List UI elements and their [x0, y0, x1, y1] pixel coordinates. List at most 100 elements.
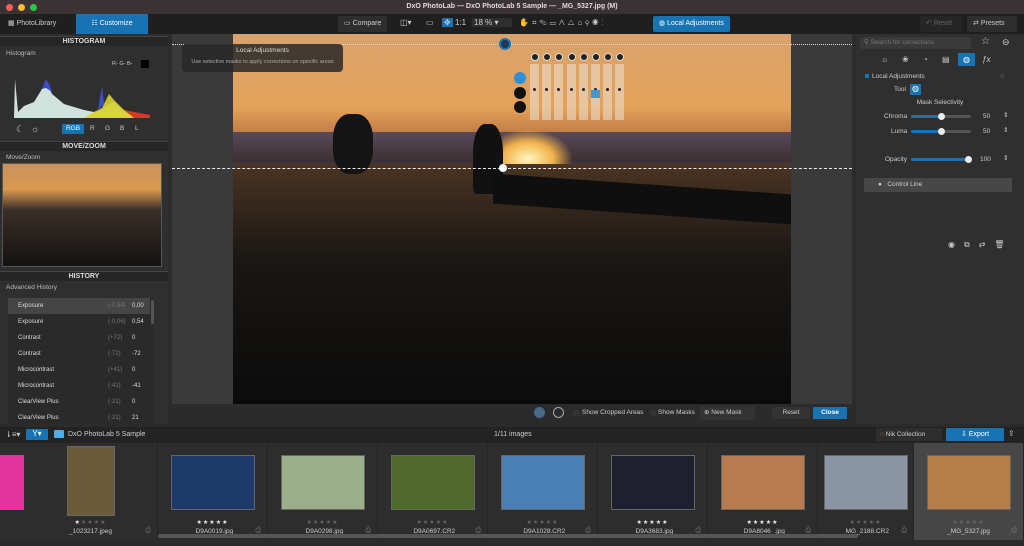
- slider-knob[interactable]: [938, 113, 945, 120]
- thumbnail-image[interactable]: [391, 455, 475, 510]
- history-item[interactable]: Microcontrast (-41) -41: [8, 378, 150, 394]
- customize-tab[interactable]: ☷ Customize: [76, 14, 148, 34]
- history-section[interactable]: Advanced History: [6, 284, 57, 291]
- history-header[interactable]: HISTORY: [0, 271, 168, 281]
- range-icon[interactable]: [579, 53, 588, 61]
- history-item[interactable]: ClearView Plus (-21) 0: [8, 394, 150, 410]
- color-tab-icon[interactable]: ❀: [902, 53, 909, 66]
- local-adjustments-button[interactable]: ◍ Local Adjustments: [653, 16, 730, 32]
- equalizer-sliders[interactable]: [530, 53, 628, 123]
- rating-stars[interactable]: ★★★★★: [158, 519, 267, 526]
- rating-stars[interactable]: ★★★★★: [24, 519, 157, 526]
- thumbnail-image[interactable]: [611, 455, 695, 510]
- thumbnail-image[interactable]: [501, 455, 585, 510]
- opacity-value[interactable]: 100: [980, 156, 991, 163]
- history-item[interactable]: Microcontrast (+41) 0: [8, 362, 150, 378]
- compare-button[interactable]: ▭ Compare: [338, 16, 388, 32]
- detail-tab-icon[interactable]: ◔: [923, 53, 928, 66]
- search-input[interactable]: ⚲ Search for corrections: [860, 37, 971, 49]
- show-masks-checkbox[interactable]: [650, 410, 656, 416]
- thumbnail-image[interactable]: [281, 455, 365, 510]
- history-item[interactable]: Contrast (+72) 0: [8, 330, 150, 346]
- thumbnail-partial[interactable]: [0, 455, 24, 510]
- equalizer-bar[interactable]: [603, 64, 613, 120]
- control-line-handle[interactable]: [499, 164, 507, 172]
- new-mask-button[interactable]: ⊕ New Mask: [700, 406, 755, 420]
- mask-reset-button[interactable]: Reset: [772, 407, 810, 419]
- moon-icon[interactable]: ☾: [16, 124, 24, 135]
- range-icon[interactable]: [616, 53, 625, 61]
- history-item[interactable]: Exposure (-0,06) 0,54: [8, 314, 150, 330]
- thumbnail-image[interactable]: [721, 455, 805, 510]
- mask-icon[interactable]: [514, 101, 526, 113]
- range-icon[interactable]: [604, 53, 613, 61]
- stepper-icon[interactable]: ⇕: [1003, 154, 1008, 162]
- opacity-slider[interactable]: [911, 156, 972, 163]
- zoom-select[interactable]: 18 % ▾: [472, 18, 512, 27]
- show-cropped-checkbox[interactable]: [573, 410, 579, 416]
- favorite-icon[interactable]: ☆: [999, 72, 1005, 80]
- rating-stars[interactable]: ★★★★★: [708, 519, 817, 526]
- equalizer-bar[interactable]: [542, 64, 552, 120]
- range-icon[interactable]: [592, 53, 600, 61]
- equalizer-bar[interactable]: [554, 64, 564, 120]
- thumbnail[interactable]: ★★★★★ _MG_5327.jpg ⎙: [914, 443, 1024, 540]
- layout-icon[interactable]: ◫▾: [400, 18, 412, 27]
- close-window-button[interactable]: [6, 4, 13, 11]
- rating-stars[interactable]: ★★★★★: [378, 519, 487, 526]
- history-item[interactable]: Contrast (-72) -72: [8, 346, 150, 362]
- rating-stars[interactable]: ★★★★★: [488, 519, 597, 526]
- control-point-icon[interactable]: [499, 38, 511, 50]
- slider-knob[interactable]: [938, 128, 945, 135]
- close-button[interactable]: Close: [813, 407, 847, 419]
- nik-collection-button[interactable]: ◌ Nik Collection: [876, 428, 942, 441]
- channel-b[interactable]: B: [120, 124, 124, 134]
- thumbnail[interactable]: ★★★★★ _D9A8046_.jpg ⎙: [708, 443, 818, 540]
- filter-icon[interactable]: Y▾: [26, 429, 48, 440]
- range-icon[interactable]: [531, 53, 539, 61]
- sun-icon[interactable]: ☼: [31, 124, 39, 134]
- channel-rgb[interactable]: RGB: [62, 124, 84, 134]
- presets-button[interactable]: ⇄ Presets: [967, 16, 1017, 32]
- color-picker-icon[interactable]: [514, 72, 526, 84]
- control-line-guide[interactable]: [172, 168, 852, 169]
- channel-r[interactable]: R: [90, 124, 95, 134]
- luma-value[interactable]: 50: [983, 128, 990, 135]
- image-viewer[interactable]: Local Adjustments Use selective masks to…: [172, 34, 852, 404]
- stepper-icon[interactable]: ⇕: [1003, 126, 1008, 134]
- maximize-window-button[interactable]: [30, 4, 37, 11]
- equalizer-bar[interactable]: [591, 64, 600, 120]
- slider-knob[interactable]: [965, 156, 972, 163]
- light-tab-icon[interactable]: ☼: [881, 53, 888, 66]
- eye-icon[interactable]: ◉: [948, 240, 964, 249]
- mask-list-item[interactable]: ● Control Line: [864, 178, 1012, 192]
- reset-button[interactable]: ↶ Reset: [920, 16, 962, 32]
- range-icon[interactable]: [543, 53, 552, 61]
- equalizer-bar[interactable]: [530, 64, 539, 120]
- local-tab-icon[interactable]: ◍: [958, 53, 975, 66]
- thumbnail[interactable]: ★★★★★ _D9A1028.CR2 ⎙: [488, 443, 598, 540]
- minimize-window-button[interactable]: [18, 4, 25, 11]
- range-icon[interactable]: [567, 53, 576, 61]
- thumbnail[interactable]: ★★★★★ _1023217.jpeg ⎙: [24, 443, 158, 540]
- equalizer-bar[interactable]: [615, 64, 625, 120]
- local-adjustments-section[interactable]: Local Adjustments: [872, 73, 925, 80]
- thumbnail-image[interactable]: [824, 455, 908, 510]
- trash-icon[interactable]: 🗑: [994, 240, 1013, 249]
- mask-actions[interactable]: ◉⧉⇄🗑: [948, 240, 1014, 250]
- history-scrollbar[interactable]: [151, 300, 154, 324]
- filmstrip-scrollbar[interactable]: [158, 534, 858, 538]
- effects-tab-icon[interactable]: ƒx: [982, 53, 990, 66]
- toggle-icon[interactable]: ⊖: [1002, 37, 1010, 48]
- rating-stars[interactable]: ★★★★★: [818, 519, 913, 526]
- duplicate-icon[interactable]: ⧉: [964, 240, 979, 249]
- invert-icon[interactable]: ⇄: [979, 240, 995, 249]
- export-button[interactable]: ⇩ Export: [946, 428, 1004, 441]
- zoom-1to1-button[interactable]: 1:1: [455, 18, 466, 27]
- tool-icon[interactable]: ◍: [910, 84, 921, 95]
- movezoom-section[interactable]: Move/Zoom: [6, 154, 40, 161]
- thumbnail-image[interactable]: [927, 455, 1011, 510]
- histogram-section[interactable]: Histogram: [6, 50, 36, 57]
- thumbnail[interactable]: ★★★★★ _D9A0298.jpg ⎙: [268, 443, 378, 540]
- fit-icon[interactable]: ▭: [426, 18, 434, 27]
